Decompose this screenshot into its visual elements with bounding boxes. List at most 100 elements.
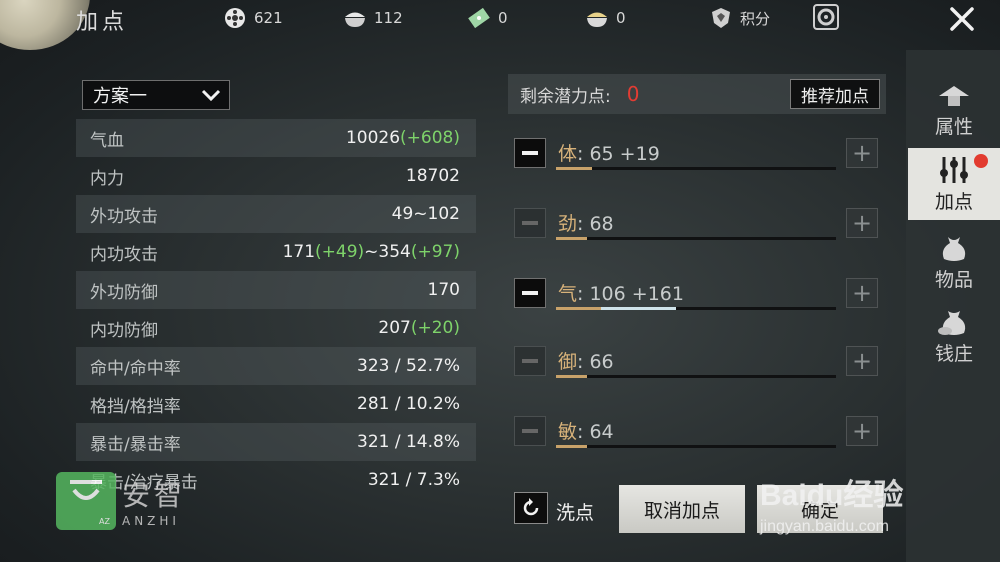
stat-row: 格挡/格挡率 281 / 10.2% xyxy=(76,385,476,423)
decrease-button[interactable] xyxy=(514,138,546,168)
stat-value: 10026(+608) xyxy=(345,128,460,148)
currency-value: 621 xyxy=(254,9,283,27)
sidebar-item-bank[interactable]: 钱庄 xyxy=(908,300,1000,372)
sidebar-item-attributes[interactable]: 属性 xyxy=(908,74,1000,146)
close-icon xyxy=(950,7,974,31)
baidu-logo: Baidu经验 xyxy=(760,479,904,512)
attribute-fill xyxy=(556,167,593,170)
increase-button[interactable]: + xyxy=(846,346,878,376)
stat-row: 内力 18702 xyxy=(76,157,476,195)
gear-icon xyxy=(813,4,839,30)
stat-row: 暴击/暴击率 321 / 14.8% xyxy=(76,423,476,461)
increase-button[interactable]: + xyxy=(846,416,878,446)
stat-bonus: (+608) xyxy=(400,128,460,148)
anzhi-text: 安智 xyxy=(122,479,187,512)
currency-gold-bowl[interactable]: 0 xyxy=(584,6,626,30)
stat-value: 323 / 52.7% xyxy=(357,356,460,376)
stat-label: 气血 xyxy=(90,130,124,151)
attribute-name: 气: 106 +161 xyxy=(558,283,684,305)
stat-row: 外功攻击 49~102 xyxy=(76,195,476,233)
sidebar-item-items[interactable]: 物品 xyxy=(908,226,1000,298)
attribute-row: 气: 106 +161 + xyxy=(508,275,886,325)
stat-value: 321 / 14.8% xyxy=(357,432,460,452)
stat-row: 内功攻击 171(+49)~354(+97) xyxy=(76,233,476,271)
attribute-name: 劲: 68 xyxy=(558,213,614,235)
anzhi-text-en: ANZHI xyxy=(122,514,180,528)
attribute-value: 68 xyxy=(589,213,614,235)
chevron-down-icon xyxy=(201,89,221,102)
attribute-track xyxy=(556,445,836,448)
points-display[interactable]: 积分 xyxy=(708,6,770,30)
stat-label: 外功防御 xyxy=(90,282,158,303)
attribute-fill xyxy=(556,237,587,240)
attribute-track xyxy=(556,307,836,310)
attribute-value: 106 +161 xyxy=(589,283,684,305)
increase-button[interactable]: + xyxy=(846,138,878,168)
minus-icon xyxy=(522,151,538,155)
baidu-url: jingyan.baidu.com xyxy=(760,518,889,535)
stat-value: 18702 xyxy=(405,166,460,186)
stat-label: 内功防御 xyxy=(90,320,158,341)
attribute-row: 御: 66 + xyxy=(508,343,886,393)
plan-dropdown[interactable]: 方案一 xyxy=(82,80,230,110)
attribute-track xyxy=(556,375,836,378)
stat-bonus: (+20) xyxy=(410,318,460,338)
stat-value: 281 / 10.2% xyxy=(357,394,460,414)
jade-ticket-icon xyxy=(468,7,490,29)
stats-list: 气血 10026(+608) 内力 18702 外功攻击 49~102 内功攻击… xyxy=(76,119,476,499)
stat-row: 内功防御 207(+20) xyxy=(76,309,476,347)
remaining-points-bar: 剩余潜力点: 0 推荐加点 xyxy=(508,74,886,114)
minus-icon xyxy=(522,291,538,295)
attribute-row: 敏: 64 + xyxy=(508,413,886,463)
plus-icon: + xyxy=(851,279,873,307)
attribute-track xyxy=(556,237,836,240)
stat-row: 外功防御 170 xyxy=(76,271,476,309)
close-button[interactable] xyxy=(942,2,982,36)
attribute-row: 劲: 68 + xyxy=(508,205,886,255)
stat-label: 外功攻击 xyxy=(90,206,158,227)
page-title: 加点 xyxy=(76,10,129,35)
gold-bowl-icon xyxy=(587,12,607,27)
decrease-button[interactable] xyxy=(514,346,546,376)
recommend-button[interactable]: 推荐加点 xyxy=(790,79,880,109)
settings-button[interactable] xyxy=(810,2,842,32)
attribute-fill xyxy=(556,445,587,448)
currency-film-reel[interactable]: 621 xyxy=(222,6,283,30)
decrease-button[interactable] xyxy=(514,416,546,446)
reset-label[interactable]: 洗点 xyxy=(556,498,594,525)
minus-icon xyxy=(522,359,538,363)
plus-icon: + xyxy=(851,139,873,167)
decrease-button[interactable] xyxy=(514,278,546,308)
stat-value: 49~102 xyxy=(391,204,460,224)
cancel-button[interactable]: 取消加点 xyxy=(619,485,745,533)
attribute-value: 64 xyxy=(589,421,614,443)
notification-badge xyxy=(974,154,988,168)
reset-button[interactable] xyxy=(514,492,548,524)
sidebar-item-add-points[interactable]: 加点 xyxy=(908,148,1000,220)
attribute-name: 体: 65 +19 xyxy=(558,143,660,165)
currency-jade-ticket[interactable]: 0 xyxy=(466,6,508,30)
currency-value: 112 xyxy=(374,9,403,27)
increase-button[interactable]: + xyxy=(846,208,878,238)
sliders-icon xyxy=(940,156,968,183)
decrease-button[interactable] xyxy=(514,208,546,238)
stat-label: 命中/命中率 xyxy=(90,358,181,379)
attribute-fill xyxy=(556,375,587,378)
film-reel-icon xyxy=(225,8,245,28)
points-label: 积分 xyxy=(740,9,771,28)
plus-icon: + xyxy=(851,209,873,237)
stat-bonus: (+49) xyxy=(315,242,365,262)
increase-button[interactable]: + xyxy=(846,278,878,308)
minus-icon xyxy=(522,429,538,433)
currency-value: 0 xyxy=(616,9,626,27)
anzhi-logo: AZ xyxy=(56,472,116,530)
stat-value: 207(+20) xyxy=(378,318,460,338)
stat-label: 内功攻击 xyxy=(90,244,158,265)
currency-bowl[interactable]: 112 xyxy=(342,6,403,30)
plus-icon: + xyxy=(851,347,873,375)
remaining-points-value: 0 xyxy=(626,82,640,106)
stat-label: 格挡/格挡率 xyxy=(90,396,181,417)
stat-label: 内力 xyxy=(90,168,124,189)
attribute-value: 65 +19 xyxy=(589,143,660,165)
sidebar-item-label: 属性 xyxy=(934,115,973,138)
